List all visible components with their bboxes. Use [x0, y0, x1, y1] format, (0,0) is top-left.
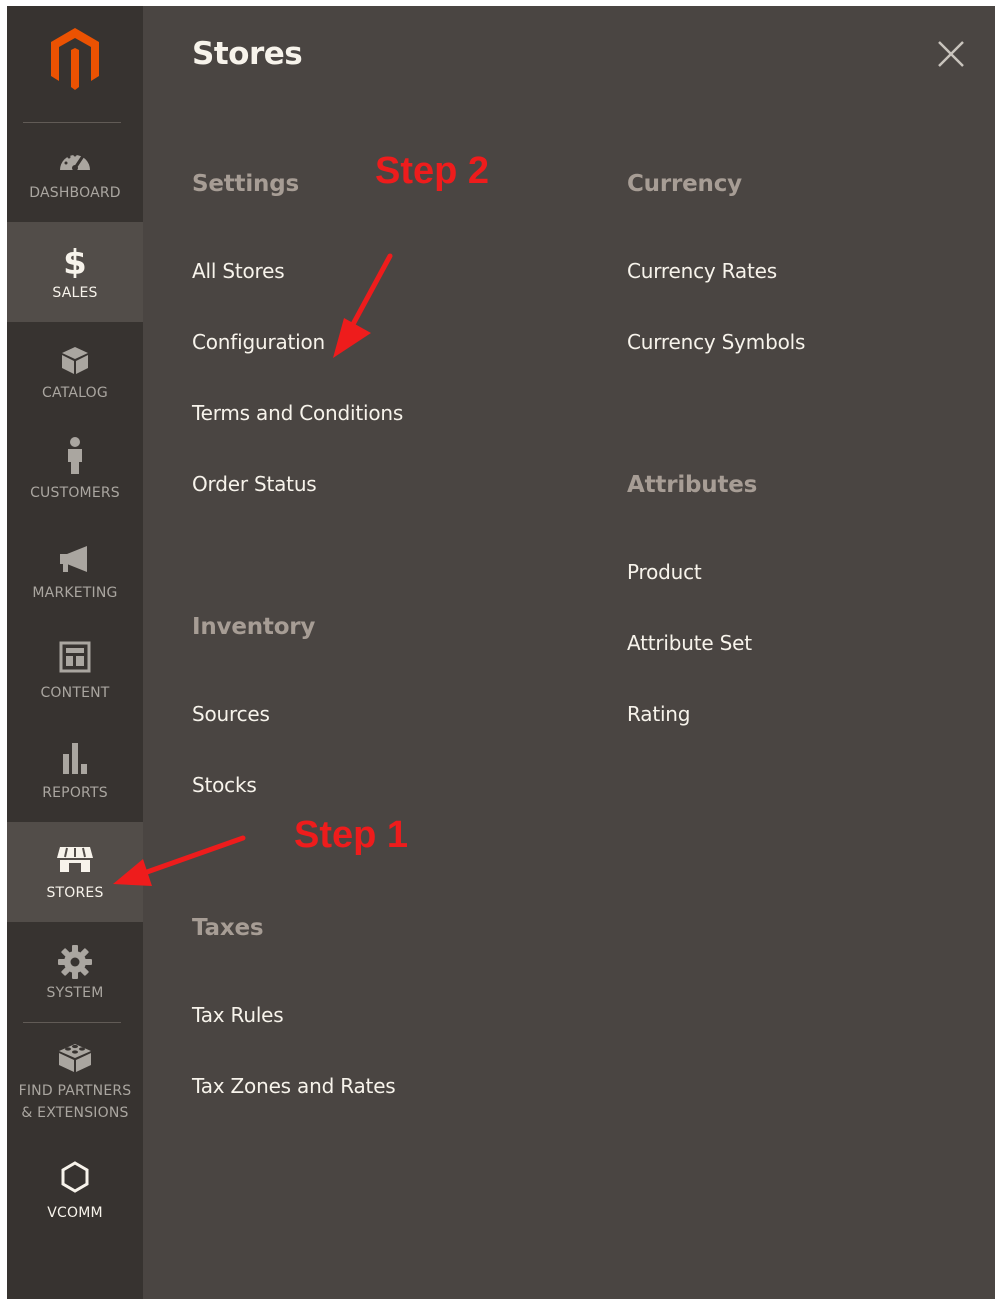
sidebar-item-catalog[interactable]: CATALOG	[7, 322, 143, 422]
sidebar-item-label: CONTENT	[40, 685, 110, 701]
sidebar-item-label-line1: FIND PARTNERS	[18, 1083, 132, 1099]
section-title-settings: Settings	[192, 171, 299, 197]
annotation-step-2: Step 2	[375, 150, 490, 192]
sidebar-item-label: MARKETING	[32, 585, 118, 601]
section-title-attributes: Attributes	[627, 472, 758, 498]
annotation-arrows	[113, 253, 393, 886]
section-title-taxes: Taxes	[192, 915, 264, 941]
menu-link-product[interactable]: Product	[627, 560, 702, 584]
menu-link-currency-symbols[interactable]: Currency Symbols	[627, 330, 805, 354]
sidebar-item-system[interactable]: SYSTEM	[7, 922, 143, 1022]
menu-link-currency-rates[interactable]: Currency Rates	[627, 259, 777, 283]
sidebar-item-label-line2: & EXTENSIONS	[21, 1105, 129, 1121]
menu-link-stocks[interactable]: Stocks	[192, 773, 257, 797]
megaphone-icon	[7, 544, 143, 578]
gear-icon	[7, 944, 143, 979]
sidebar-item-label: SALES	[52, 285, 98, 301]
sidebar-item-customers[interactable]: CUSTOMERS	[7, 422, 143, 522]
sidebar-item-label-multiline: FIND PARTNERS & EXTENSIONS	[7, 1080, 143, 1124]
box-icon	[7, 344, 143, 378]
sidebar-item-content[interactable]: CONTENT	[7, 622, 143, 722]
menu-link-sources[interactable]: Sources	[192, 702, 270, 726]
menu-link-order-status[interactable]: Order Status	[192, 472, 317, 496]
magento-logo[interactable]	[7, 26, 143, 98]
page-title: Stores	[192, 36, 303, 72]
sidebar-item-label: VCOMM	[47, 1205, 103, 1221]
hexagon-icon	[7, 1160, 143, 1194]
sidebar-item-stores[interactable]: STORES	[7, 822, 143, 922]
menu-link-all-stores[interactable]: All Stores	[192, 259, 285, 283]
magento-logo-icon	[51, 28, 99, 90]
sidebar-item-label: SYSTEM	[46, 985, 104, 1001]
layout-icon	[7, 640, 143, 678]
close-button[interactable]	[931, 34, 971, 74]
menu-link-tax-zones-and-rates[interactable]: Tax Zones and Rates	[192, 1074, 396, 1098]
menu-link-tax-rules[interactable]: Tax Rules	[192, 1003, 284, 1027]
blocks-icon	[7, 1040, 143, 1074]
menu-link-rating[interactable]: Rating	[627, 702, 690, 726]
sidebar-item-label: CATALOG	[42, 385, 108, 401]
dollar-icon: $	[7, 244, 143, 278]
bar-chart-icon	[7, 740, 143, 778]
section-title-currency: Currency	[627, 171, 742, 197]
annotation-arrow-step-2	[333, 253, 393, 358]
sidebar-item-find-partners[interactable]: FIND PARTNERS & EXTENSIONS	[7, 1022, 143, 1142]
person-icon	[7, 436, 143, 478]
gauge-icon	[7, 144, 143, 178]
menu-link-terms-and-conditions[interactable]: Terms and Conditions	[192, 401, 403, 425]
sidebar-item-label: STORES	[46, 885, 104, 901]
annotation-step-1: Step 1	[294, 814, 409, 856]
close-icon	[938, 41, 964, 67]
sidebar-item-marketing[interactable]: MARKETING	[7, 522, 143, 622]
sidebar-item-reports[interactable]: REPORTS	[7, 722, 143, 822]
sidebar: DASHBOARD $ SALES CATALOG CUSTOMERS MARK…	[7, 6, 143, 1299]
menu-link-attribute-set[interactable]: Attribute Set	[627, 631, 752, 655]
section-title-inventory: Inventory	[192, 614, 316, 640]
storefront-icon	[7, 844, 143, 878]
sidebar-item-dashboard[interactable]: DASHBOARD	[7, 122, 143, 222]
sidebar-item-sales[interactable]: $ SALES	[7, 222, 143, 322]
menu-link-configuration[interactable]: Configuration	[192, 330, 325, 354]
sidebar-item-label: CUSTOMERS	[30, 485, 120, 501]
sidebar-item-label: REPORTS	[42, 785, 108, 801]
svg-text:$: $	[63, 244, 87, 278]
sidebar-item-vcomm[interactable]: VCOMM	[7, 1142, 143, 1242]
admin-menu-screen: DASHBOARD $ SALES CATALOG CUSTOMERS MARK…	[7, 6, 995, 1299]
sidebar-item-label: DASHBOARD	[29, 185, 121, 201]
